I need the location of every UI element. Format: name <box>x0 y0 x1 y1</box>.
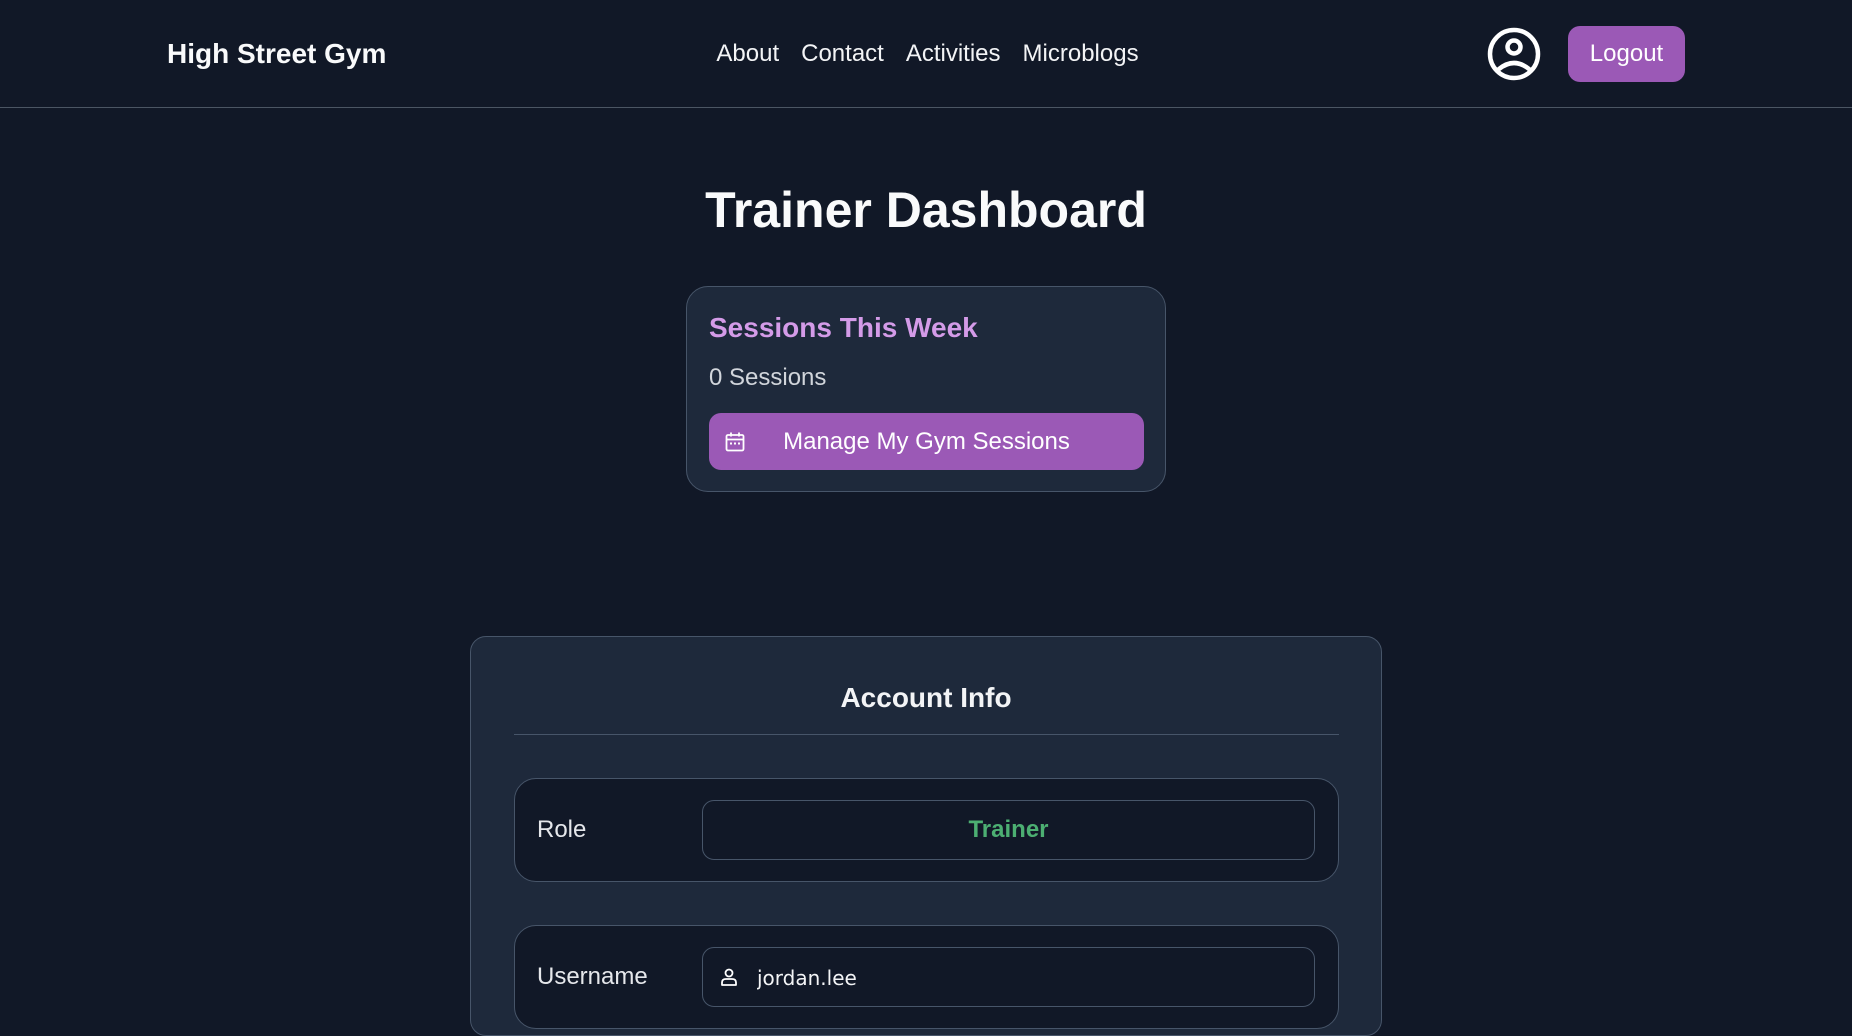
account-info-card: Account Info Role Trainer Username <box>470 636 1382 1036</box>
username-input[interactable] <box>757 960 1297 996</box>
manage-sessions-label: Manage My Gym Sessions <box>783 427 1070 455</box>
nav-link-microblogs[interactable]: Microblogs <box>1023 38 1139 70</box>
role-row: Role Trainer <box>514 778 1339 882</box>
user-icon <box>719 967 739 987</box>
manage-sessions-button[interactable]: Manage My Gym Sessions <box>709 413 1144 470</box>
page-title: Trainer Dashboard <box>705 182 1147 238</box>
username-label: Username <box>537 963 648 990</box>
role-value: Trainer <box>968 816 1049 843</box>
sessions-count: 0 Sessions <box>709 364 827 391</box>
account-info-title: Account Info <box>840 682 1012 713</box>
calendar-icon <box>725 431 745 452</box>
account-divider <box>514 734 1339 735</box>
logout-button[interactable]: Logout <box>1568 26 1685 82</box>
top-navbar: High Street Gym About Contact Activities… <box>0 0 1852 108</box>
nav-link-contact[interactable]: Contact <box>801 38 884 70</box>
sessions-card: Sessions This Week 0 Sessions Manage My … <box>686 286 1166 492</box>
username-row: Username <box>514 925 1339 1029</box>
role-label: Role <box>537 816 587 843</box>
username-field[interactable] <box>702 947 1315 1007</box>
nav-link-activities[interactable]: Activities <box>906 38 1001 70</box>
user-circle-icon[interactable] <box>1487 27 1541 81</box>
role-field: Trainer <box>702 800 1315 860</box>
nav-link-about[interactable]: About <box>716 38 779 70</box>
sessions-title: Sessions This Week <box>709 312 978 343</box>
